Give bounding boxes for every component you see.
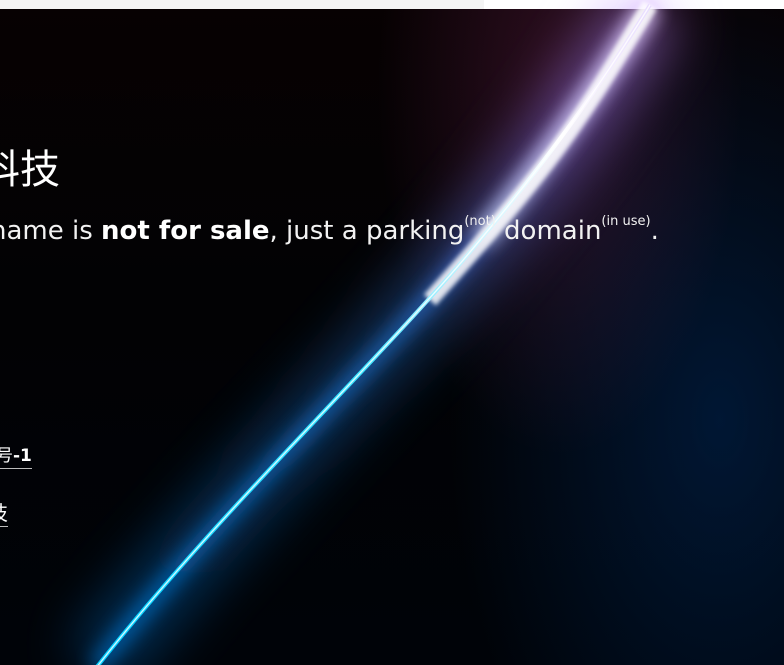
- icp-record-prefix: 号: [0, 446, 13, 466]
- landing-content: 科技 name is not for sale, just a parking(…: [0, 0, 784, 665]
- hero-background: 科技 name is not for sale, just a parking(…: [0, 0, 784, 665]
- tagline-middle: , just a parking: [269, 216, 465, 246]
- site-title-text: 科技: [0, 147, 60, 193]
- parking-note: (not): [464, 214, 496, 229]
- tagline-start: name is: [0, 216, 102, 246]
- site-title: 科技: [0, 146, 60, 194]
- domain-note: (in use): [601, 214, 651, 229]
- not-for-sale-text: not for sale: [101, 216, 270, 246]
- icp-record-link[interactable]: 号-1: [0, 444, 32, 469]
- company-link[interactable]: 技: [0, 500, 8, 527]
- icp-record-number: -1: [13, 446, 32, 466]
- domain-word: domain: [495, 216, 602, 246]
- company-link-text: 技: [0, 501, 8, 525]
- parking-domain-notice: name is not for sale, just a parking(not…: [0, 214, 659, 248]
- tagline-end: .: [650, 216, 659, 246]
